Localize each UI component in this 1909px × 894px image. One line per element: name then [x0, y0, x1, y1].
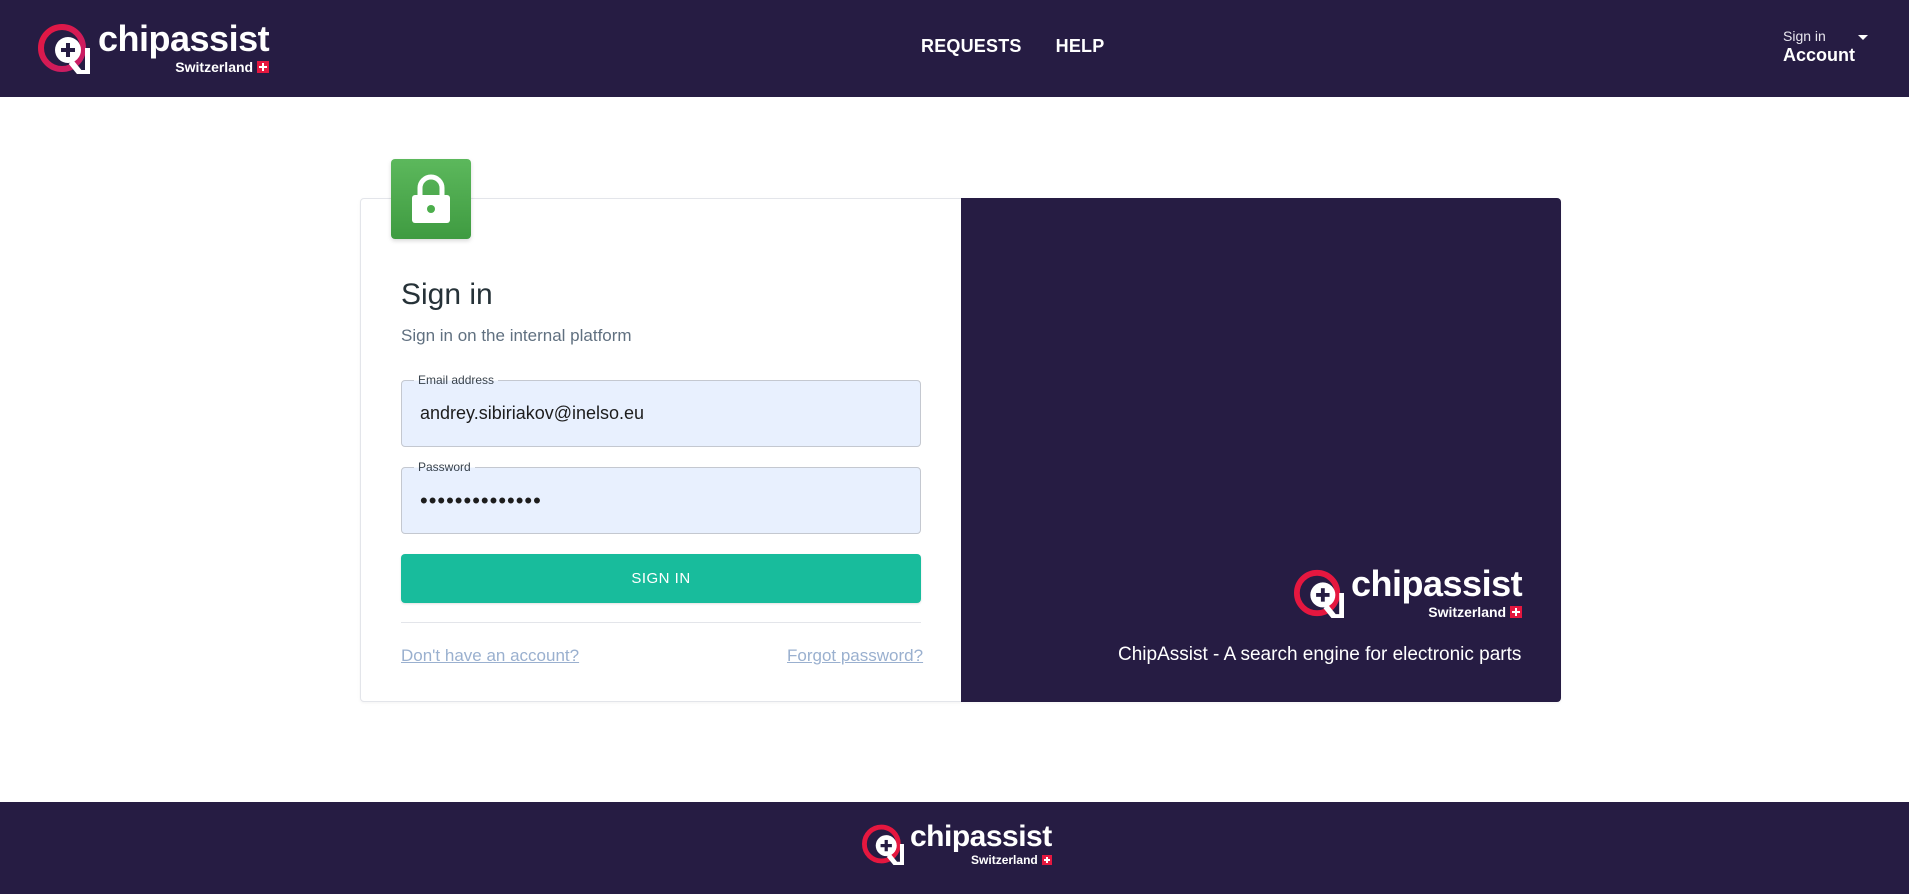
email-value[interactable]: andrey.sibiriakov@inelso.eu: [420, 403, 644, 424]
main-nav: REQUESTS HELP: [921, 36, 1104, 57]
promo-panel: [961, 198, 1561, 702]
footer-logo-country-text: Switzerland: [971, 853, 1038, 867]
signin-subtitle: Sign in on the internal platform: [401, 326, 632, 345]
promo-tagline: ChipAssist - A search engine for electro…: [1118, 644, 1522, 665]
footer-logo-wordmark: chipassist: [910, 820, 1052, 853]
lock-icon: [412, 174, 450, 223]
promo-logo-wordmark: chipassist: [1351, 563, 1523, 604]
chipassist-logo-icon: [1294, 569, 1344, 618]
account-menu[interactable]: Sign in Account: [1783, 28, 1868, 66]
swiss-flag-icon: [1510, 606, 1523, 618]
header-logo[interactable]: chipassist Switzerland: [38, 18, 270, 75]
signin-button[interactable]: SIGN IN: [401, 554, 921, 603]
form-divider: [401, 622, 921, 623]
logo-wordmark: chipassist: [98, 18, 270, 59]
chipassist-logo-icon: [862, 824, 904, 865]
email-label: Email address: [414, 373, 499, 387]
caret-down-icon: [1858, 35, 1868, 40]
account-signin-label: Sign in: [1783, 28, 1826, 44]
footer-logo-country: Switzerland: [971, 854, 1052, 866]
password-label: Password: [414, 460, 475, 474]
email-field[interactable]: Email address andrey.sibiriakov@inelso.e…: [401, 373, 921, 447]
password-value[interactable]: ••••••••••••••: [420, 488, 542, 514]
footer-logo[interactable]: chipassist Switzerland: [862, 822, 1052, 866]
nav-help[interactable]: HELP: [1056, 36, 1105, 57]
top-header: chipassist Switzerland REQUESTS HELP Sig…: [0, 0, 1909, 97]
forgot-password-link[interactable]: Forgot password?: [787, 646, 923, 666]
lock-badge: [391, 159, 471, 239]
logo-country: Switzerland: [175, 59, 270, 75]
signin-title: Sign in: [401, 278, 493, 311]
promo-logo-country-text: Switzerland: [1428, 604, 1507, 620]
swiss-flag-icon: [1041, 855, 1052, 865]
promo-logo-country: Switzerland: [1428, 604, 1523, 620]
promo-logo: chipassist Switzerland: [1294, 563, 1523, 620]
chipassist-logo-icon: [38, 23, 90, 74]
swiss-flag-icon: [257, 61, 270, 73]
register-link[interactable]: Don't have an account?: [401, 646, 579, 666]
password-field[interactable]: Password ••••••••••••••: [401, 460, 921, 534]
account-label: Account: [1783, 45, 1855, 65]
nav-requests[interactable]: REQUESTS: [921, 36, 1022, 57]
logo-country-text: Switzerland: [175, 59, 254, 75]
